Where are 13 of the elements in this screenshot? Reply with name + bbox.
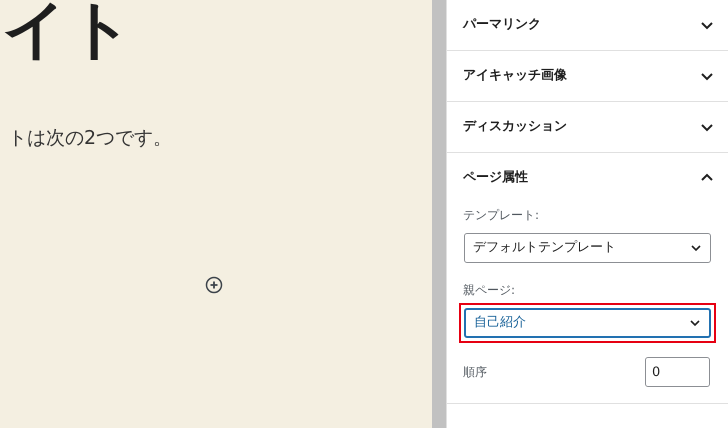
paragraph-text: トは次の2つです。	[8, 126, 172, 151]
dropdown-select[interactable]: 自己紹介	[464, 308, 711, 338]
field-label: 親ページ:	[463, 282, 516, 299]
add-block-icon[interactable]	[205, 276, 223, 294]
panel-header[interactable]: アイキャッチ画像	[447, 51, 728, 101]
panel-header[interactable]: ページ属性	[447, 153, 728, 203]
dropdown-select[interactable]: デフォルトテンプレート	[464, 233, 711, 263]
page-title: イト	[2, 0, 134, 62]
field-label: テンプレート:	[463, 207, 540, 224]
panel-header[interactable]: ディスカッション	[447, 102, 728, 152]
panel-header[interactable]: パーマリンク	[447, 0, 728, 50]
field-label: 順序	[463, 364, 487, 381]
order-input[interactable]: 0	[645, 357, 710, 387]
